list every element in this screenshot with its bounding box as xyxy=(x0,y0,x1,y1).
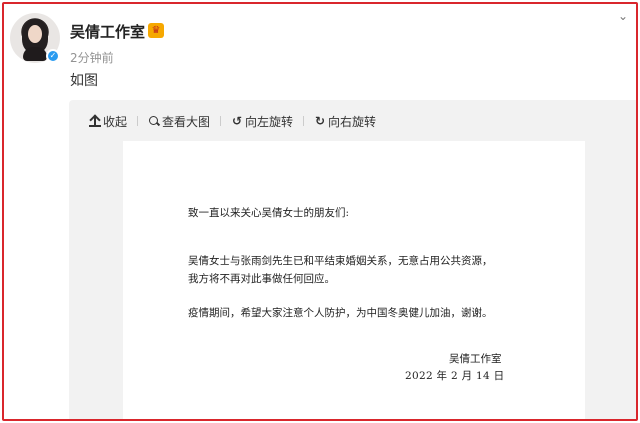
avatar-face xyxy=(28,25,42,43)
media-panel: 收起 查看大图 ↺ 向左旋转 ↻ 向右旋转 致一直以来关心吴倩女士的朋友们: 吴… xyxy=(69,100,636,419)
user-name[interactable]: 吴倩工作室 xyxy=(70,21,145,42)
rotate-right-icon: ↻ xyxy=(315,114,326,128)
screenshot-frame: ✓ 吴倩工作室 ♛ 2分钟前 如图 ⌄ 收起 查看大图 ↺ 向左旋转 ↻ 向右旋 xyxy=(2,2,638,421)
toolbar-divider xyxy=(220,116,222,126)
view-large-button[interactable]: 查看大图 xyxy=(148,113,210,130)
image-toolbar: 收起 查看大图 ↺ 向左旋转 ↻ 向右旋转 xyxy=(89,112,376,130)
post-text: 如图 xyxy=(70,73,98,89)
collapse-button[interactable]: 收起 xyxy=(89,113,127,130)
doc-date: 2022 年 2 月 14 日 xyxy=(405,370,505,382)
avatar-body xyxy=(23,47,47,61)
toolbar-divider xyxy=(303,116,305,126)
search-icon xyxy=(148,115,160,127)
rotate-right-label: 向右旋转 xyxy=(328,114,377,129)
rotate-right-button[interactable]: ↻ 向右旋转 xyxy=(314,113,376,130)
rotate-left-label: 向左旋转 xyxy=(245,114,294,129)
upload-icon xyxy=(89,115,101,127)
doc-greeting: 致一直以来关心吴倩女士的朋友们: xyxy=(188,207,350,219)
crown-badge-icon[interactable]: ♛ xyxy=(148,23,164,38)
doc-line: 疫情期间，希望大家注意个人防护，为中国冬奥健儿加油，谢谢。 xyxy=(188,307,493,319)
collapse-label: 收起 xyxy=(103,114,128,129)
chevron-down-icon[interactable]: ⌄ xyxy=(616,10,630,22)
view-large-label: 查看大图 xyxy=(162,114,211,129)
doc-line: 吴倩女士与张雨剑先生已和平结束婚姻关系，无意占用公共资源， xyxy=(188,255,493,267)
verified-icon: ✓ xyxy=(46,49,60,63)
toolbar-divider xyxy=(137,116,139,126)
doc-signature: 吴倩工作室 xyxy=(449,353,502,365)
statement-image[interactable]: 致一直以来关心吴倩女士的朋友们: 吴倩女士与张雨剑先生已和平结束婚姻关系，无意占… xyxy=(123,141,585,419)
doc-line: 我方将不再对此事做任何回应。 xyxy=(188,273,335,285)
rotate-left-icon: ↺ xyxy=(232,114,243,128)
post-time[interactable]: 2分钟前 xyxy=(70,49,114,66)
rotate-left-button[interactable]: ↺ 向左旋转 xyxy=(231,113,293,130)
avatar[interactable]: ✓ xyxy=(10,13,60,63)
